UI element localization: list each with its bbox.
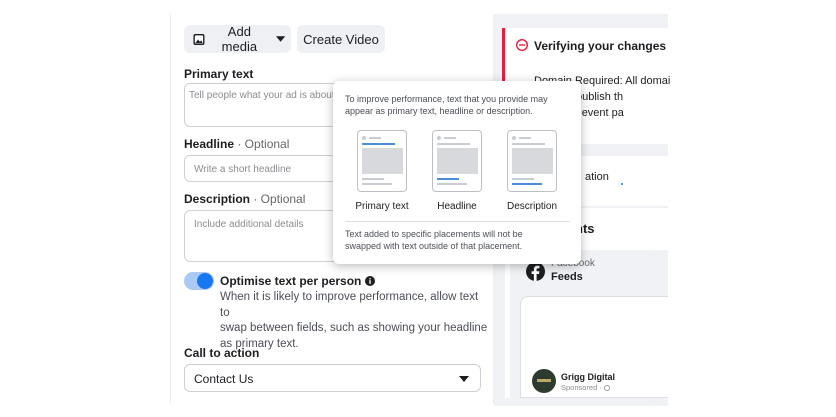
- headline-placeholder: Write a short headline: [194, 164, 292, 175]
- info-icon[interactable]: [365, 276, 376, 286]
- primary-text-preview: [357, 130, 407, 192]
- caret-down-icon: [459, 376, 469, 382]
- popover-footer: Text added to specific placements will n…: [345, 228, 523, 252]
- headline-label: Headline · Optional: [184, 137, 289, 151]
- primary-text-input[interactable]: Tell people what your ad is about: [184, 83, 354, 127]
- preview-line: [512, 178, 534, 180]
- optimise-text-label: Optimise text per person: [220, 274, 362, 288]
- optimise-text-description: When it is likely to improve performance…: [220, 290, 490, 352]
- toggle-knob: [197, 273, 213, 289]
- optimise-text-toggle[interactable]: [184, 272, 214, 290]
- cta-select[interactable]: Contact Us: [184, 364, 481, 392]
- caret-down-icon: [275, 36, 285, 42]
- popover-footer-line: Text added to specific placements will n…: [345, 229, 523, 239]
- headline-label-text: Headline: [184, 137, 235, 151]
- minus-circle-icon: [516, 39, 528, 51]
- add-media-label: Add media: [221, 24, 258, 54]
- description-placeholder: Include additional details: [194, 219, 304, 230]
- cta-label: Call to action: [184, 346, 260, 360]
- description-preview: [507, 130, 557, 192]
- preview-line-highlight: [362, 143, 395, 145]
- description-input[interactable]: Include additional details: [184, 210, 354, 262]
- preview-avatar: [362, 136, 366, 140]
- add-media-button[interactable]: Add media: [184, 24, 291, 54]
- preview-image: [437, 148, 478, 174]
- globe-icon: [603, 384, 610, 391]
- preview-line: [444, 137, 456, 139]
- preview-line: [519, 137, 531, 139]
- create-video-button[interactable]: Create Video: [297, 25, 385, 53]
- placement-row-text: ation: [585, 171, 609, 183]
- logo-mark: [537, 379, 551, 382]
- preview-line: [362, 178, 384, 180]
- optimise-desc-line: as primary text.: [220, 337, 299, 350]
- popover-intro-line: appear as primary text, headline or desc…: [345, 106, 533, 116]
- preview-line: [437, 143, 470, 145]
- preview-caption: Primary text: [355, 201, 409, 212]
- primary-text-placeholder: Tell people what your ad is about: [189, 90, 335, 101]
- cta-value: Contact Us: [194, 372, 254, 386]
- headline-optional: · Optional: [234, 137, 290, 151]
- popover-intro: To improve performance, text that you pr…: [345, 93, 548, 117]
- optimise-desc-line: When it is likely to improve performance…: [220, 291, 479, 319]
- popover-footer-line: swapped with text outside of that placem…: [345, 241, 523, 251]
- description-label-text: Description: [184, 192, 251, 206]
- preview-line: [512, 143, 545, 145]
- preview-line-highlight: [437, 178, 459, 180]
- text-placement-popover: To improve performance, text that you pr…: [333, 81, 581, 264]
- preview-image: [512, 148, 553, 174]
- verify-title: Verifying your changes: [534, 39, 667, 53]
- preview-caption: Description: [506, 201, 558, 212]
- page-name: Grigg Digital: [561, 372, 615, 382]
- dot: [621, 183, 623, 185]
- preview-line: [369, 137, 381, 139]
- preview-avatar: [437, 136, 441, 140]
- headline-preview: [432, 130, 482, 192]
- description-label: Description · Optional: [184, 192, 305, 206]
- preview-caption: Headline: [437, 201, 477, 212]
- preview-line: [437, 183, 467, 185]
- image-icon: [193, 33, 205, 45]
- optimise-desc-line: swap between fields, such as showing you…: [220, 322, 488, 334]
- headline-input[interactable]: Write a short headline: [184, 155, 354, 182]
- sponsored-label: Sponsored: [561, 383, 598, 392]
- description-optional: · Optional: [250, 192, 306, 206]
- sponsored-row: Sponsored ·: [561, 383, 610, 392]
- preview-line-highlight: [512, 183, 542, 185]
- ad-preview-card: Grigg Digital Sponsored ·: [520, 296, 668, 398]
- preview-line: [362, 183, 392, 185]
- separator: ·: [599, 383, 602, 392]
- feed-preview-area: Facebook Feeds Grigg Digital Sponsored ·: [510, 250, 668, 398]
- popover-intro-line: To improve performance, text that you pr…: [345, 94, 548, 104]
- primary-text-label: Primary text: [184, 67, 254, 81]
- preview-image: [362, 148, 403, 174]
- feed-label: Feeds: [551, 271, 583, 283]
- facebook-icon: [526, 262, 545, 281]
- avatar: [532, 369, 556, 393]
- optimise-text-title: Optimise text per person: [220, 274, 376, 288]
- preview-avatar: [512, 136, 516, 140]
- divider: [345, 221, 570, 222]
